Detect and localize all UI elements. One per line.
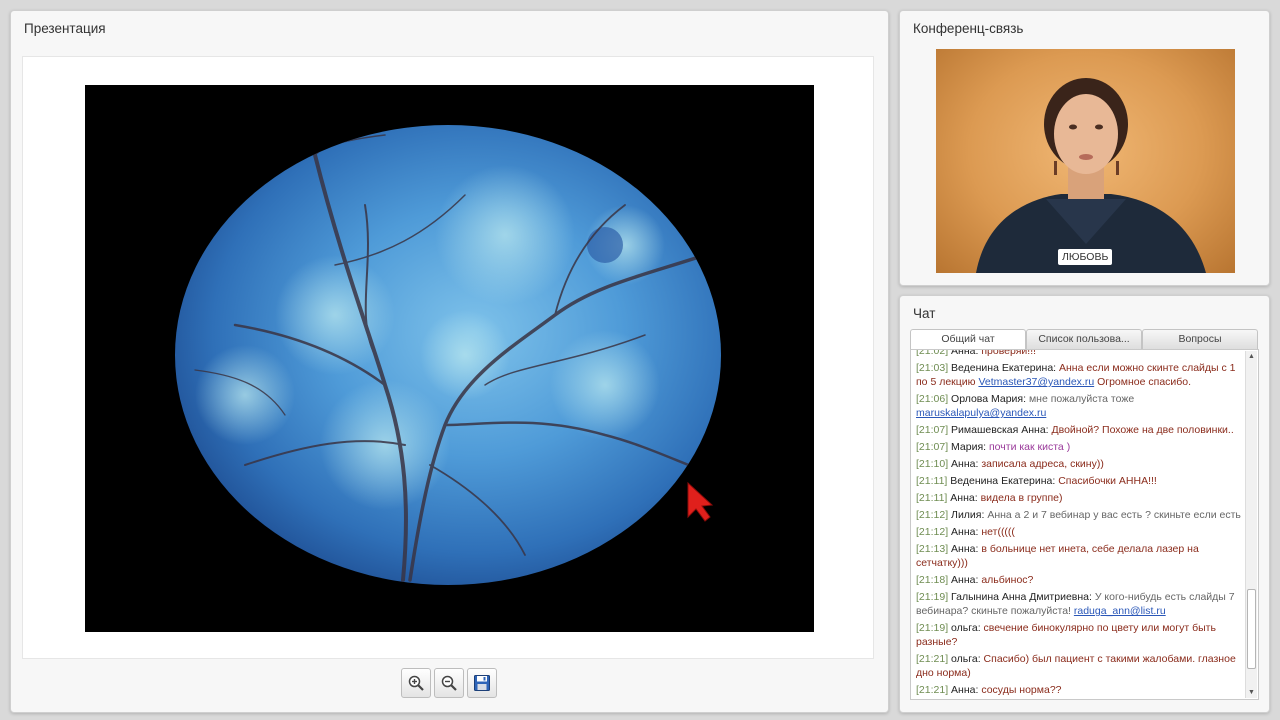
message-text: проверяй!!! [981, 349, 1037, 357]
scroll-thumb[interactable] [1247, 589, 1256, 669]
message-author: Римашевская Анна [951, 424, 1046, 436]
scroll-down-icon[interactable]: ▼ [1246, 687, 1257, 698]
message-time: [21:12] [916, 509, 949, 521]
chat-title: Чат [913, 306, 936, 321]
message-time: [21:11] [916, 492, 948, 504]
participant-name-label: ЛЮБОВЬ [1058, 249, 1113, 265]
slide-area [22, 56, 874, 659]
zoom-out-button[interactable] [434, 668, 464, 698]
slide-image-fundus [85, 85, 814, 632]
zoom-in-button[interactable] [401, 668, 431, 698]
chat-message: [21:07] Мария: почти как киста ) [916, 441, 1071, 453]
message-author: Анна [951, 458, 976, 470]
message-author: Анна [951, 574, 976, 586]
message-text: почти как киста ) [989, 441, 1071, 453]
conference-panel: Конференц-связь ЛЮБОВЬ [899, 10, 1270, 286]
message-author: Веденина Екатерина [951, 362, 1054, 374]
chat-message: [21:18] Анна: альбинос? [916, 574, 1034, 586]
message-author: Анна [951, 684, 976, 696]
message-text: альбинос? [981, 574, 1034, 586]
chat-message: [21:13] Анна: в больнице нет инета, себе… [916, 543, 1199, 569]
scroll-up-icon[interactable]: ▲ [1246, 351, 1257, 362]
chat-message: [21:10] Анна: записала адреса, скину)) [916, 458, 1104, 470]
message-author: Веденина Екатерина [950, 475, 1053, 487]
presentation-title: Презентация [24, 21, 106, 36]
message-time: [21:21] [916, 653, 949, 665]
message-time: [21:06] [916, 393, 949, 405]
message-text: записала адреса, скину)) [981, 458, 1104, 470]
chat-message: [21:19] ольга: свечение бинокулярно по ц… [916, 622, 1216, 648]
participant-video: ЛЮБОВЬ [936, 49, 1235, 273]
message-time: [21:11] [916, 475, 948, 487]
save-button[interactable] [467, 668, 497, 698]
message-time: [21:10] [916, 458, 949, 470]
message-text: сосуды норма?? [981, 684, 1062, 696]
message-author: Мария [951, 441, 984, 453]
chat-log[interactable]: [21:02] Анна: проверяй!!! [21:03] Веденин… [910, 349, 1259, 700]
message-text: нет((((( [981, 526, 1015, 538]
zoom-out-icon [441, 675, 457, 691]
message-time: [21:03] [916, 362, 949, 374]
message-time: [21:07] [916, 441, 949, 453]
message-author: Лилия [951, 509, 982, 521]
chat-message: [21:03] Веденина Екатерина: Анна если мо… [916, 362, 1236, 388]
chat-message: [21:21] ольга: Спасибо) был пациент с та… [916, 653, 1236, 679]
message-text: мне пожалуйста тоже [1028, 393, 1135, 405]
message-author: Анна [951, 349, 976, 357]
message-time: [21:19] [916, 591, 949, 603]
chat-scrollbar[interactable]: ▲ ▼ [1245, 351, 1257, 698]
message-author: Галынина Анна Дмитриевна [951, 591, 1089, 603]
chat-message: [21:21] Анна: сосуды норма?? [916, 684, 1062, 696]
message-author: Орлова Мария [951, 393, 1024, 405]
tab-user-list[interactable]: Список пользова... [1026, 329, 1142, 349]
chat-message: [21:02] Анна: проверяй!!! [916, 349, 1242, 358]
chat-message: [21:12] Анна: нет((((( [916, 526, 1015, 538]
chat-message: [21:19] Галынина Анна Дмитриевна: У кого… [916, 591, 1235, 617]
tab-questions[interactable]: Вопросы [1142, 329, 1258, 349]
chat-message: [21:12] Лилия: Анна а 2 и 7 вебинар у ва… [916, 509, 1241, 521]
mouse-cursor-icon [687, 481, 714, 522]
chat-message: [21:06] Орлова Мария: мне пожалуйста тож… [916, 393, 1135, 419]
conference-title: Конференц-связь [913, 21, 1024, 36]
chat-tabs: Общий чат Список пользова... Вопросы [910, 329, 1258, 349]
save-icon [474, 675, 490, 691]
message-author: Анна [951, 526, 976, 538]
message-author: Анна [950, 492, 975, 504]
message-text: Двойной? Похоже на две половинки.. [1051, 424, 1234, 436]
message-author: ольга [951, 653, 978, 665]
message-time: [21:21] [916, 684, 949, 696]
message-time: [21:13] [916, 543, 949, 555]
chat-message: [21:11] Анна: видела в группе) [916, 492, 1063, 504]
message-author: Анна [951, 543, 976, 555]
message-text-after: Огромное спасибо. [1097, 376, 1192, 388]
message-text: видела в группе) [980, 492, 1063, 504]
message-text: Спасибочки АННА!!! [1058, 475, 1157, 487]
message-time: [21:07] [916, 424, 949, 436]
message-time: [21:18] [916, 574, 949, 586]
message-email-link[interactable]: maruskalapulya@yandex.ru [916, 407, 1046, 419]
presentation-panel: Презентация [10, 10, 889, 713]
message-email-link[interactable]: Vetmaster37@yandex.ru [978, 376, 1094, 388]
chat-messages: [21:02] Анна: проверяй!!! [21:03] Веденин… [916, 349, 1242, 699]
zoom-in-icon [408, 675, 424, 691]
message-time: [21:19] [916, 622, 949, 634]
tab-general-chat[interactable]: Общий чат [910, 329, 1026, 349]
chat-message: [21:07] Римашевская Анна: Двойной? Похож… [916, 424, 1234, 436]
chat-message: [21:11] Веденина Екатерина: Спасибочки А… [916, 475, 1157, 487]
message-author: ольга [951, 622, 978, 634]
message-time: [21:02] [916, 349, 949, 357]
message-time: [21:12] [916, 526, 949, 538]
presentation-toolbar [401, 668, 497, 698]
message-text: Анна а 2 и 7 вебинар у вас есть ? скиньт… [987, 509, 1241, 521]
chat-panel: Чат Общий чат Список пользова... Вопросы… [899, 295, 1270, 713]
message-email-link[interactable]: raduga_ann@list.ru [1074, 605, 1166, 617]
